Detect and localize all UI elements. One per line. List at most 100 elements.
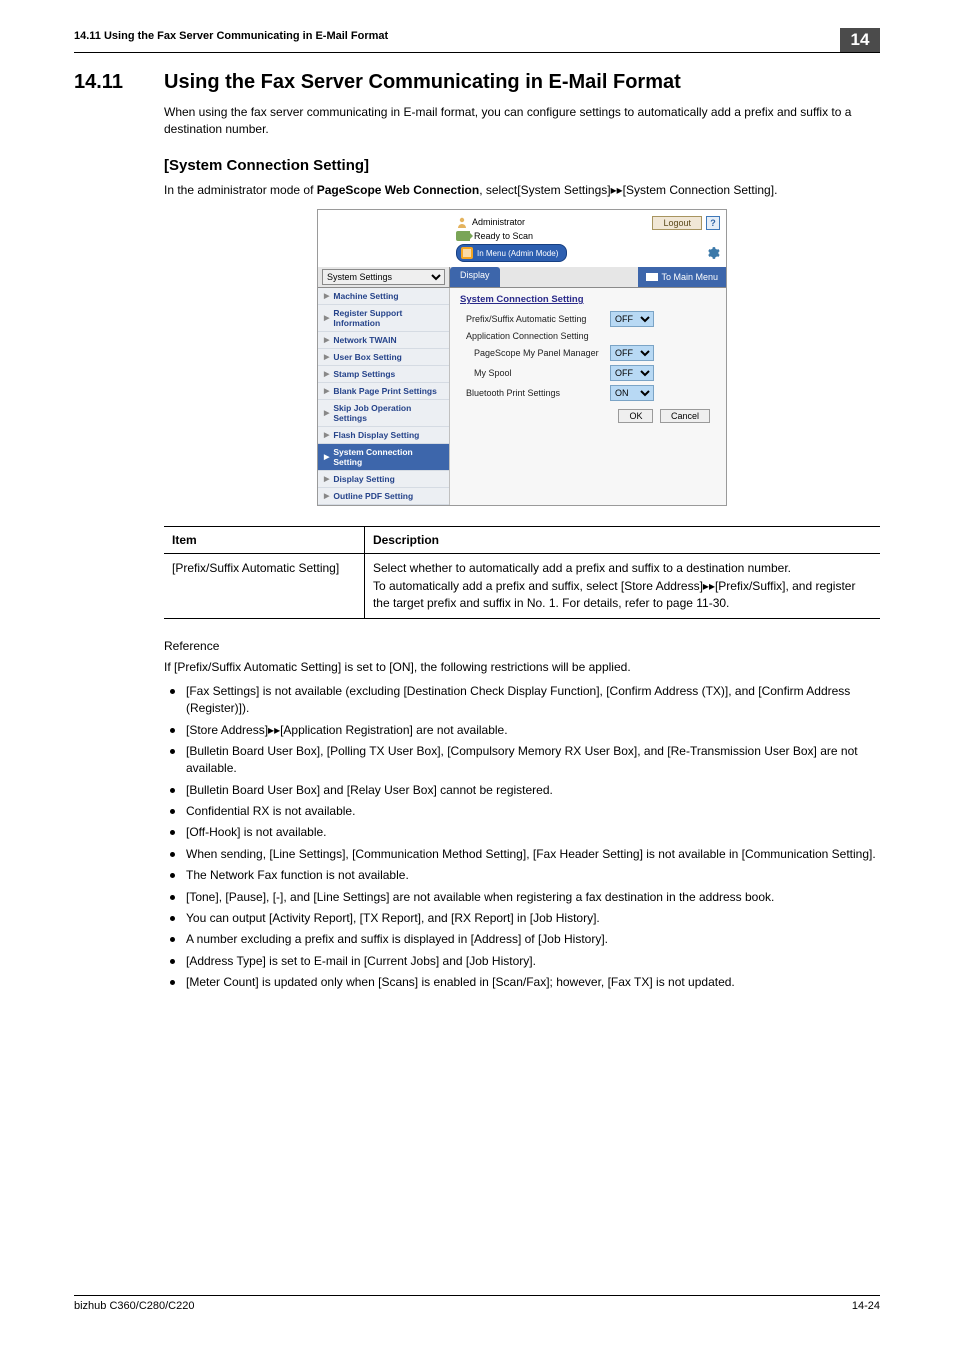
sidebar: ▶ Machine Setting ▶ Register Support Inform… <box>318 288 450 505</box>
chevron-right-icon: ▶ <box>324 453 329 461</box>
mode-pill: In Menu (Admin Mode) <box>456 244 567 262</box>
mode-pill-label: In Menu (Admin Mode) <box>477 249 558 258</box>
page-header-title: 14.11 Using the Fax Server Communicating… <box>74 30 840 52</box>
page-footer: bizhub C360/C280/C220 14-24 <box>74 1295 880 1312</box>
sidebar-item[interactable]: ▶ Blank Page Print Settings <box>318 383 449 400</box>
chevron-right-icon: ▶ <box>324 492 329 500</box>
table-row: [Prefix/Suffix Automatic Setting] Select… <box>164 554 880 619</box>
reference-section: Reference If [Prefix/Suffix Automatic Se… <box>164 639 880 991</box>
reference-item: When sending, [Line Settings], [Communic… <box>164 846 880 863</box>
reference-item: The Network Fax function is not availabl… <box>164 867 880 884</box>
reference-item: [Fax Settings] is not available (excludi… <box>164 683 880 718</box>
section-select[interactable]: System Settings <box>322 269 445 285</box>
to-main-label: To Main Menu <box>661 272 718 282</box>
setting-select[interactable]: ON <box>610 385 654 401</box>
setting-label: Bluetooth Print Settings <box>460 388 610 398</box>
mode-pill-icon <box>461 247 473 259</box>
gear-icon[interactable] <box>706 246 720 263</box>
sidebar-item-label: User Box Setting <box>333 352 402 362</box>
sidebar-item[interactable]: ▶ Stamp Settings <box>318 366 449 383</box>
sidebar-item-label: Network TWAIN <box>333 335 396 345</box>
lead-post: , select[System Settings]▸▸[System Conne… <box>479 183 777 197</box>
sidebar-item[interactable]: ▶ Machine Setting <box>318 288 449 305</box>
to-main-icon <box>646 273 658 281</box>
sidebar-item-label: Machine Setting <box>333 291 398 301</box>
sidebar-item-label: Stamp Settings <box>333 369 395 379</box>
ready-icon <box>456 231 470 241</box>
reference-title: Reference <box>164 639 880 653</box>
chevron-right-icon: ▶ <box>324 409 329 417</box>
sidebar-item[interactable]: ▶ User Box Setting <box>318 349 449 366</box>
chevron-right-icon: ▶ <box>324 336 329 344</box>
sidebar-item[interactable]: ▶Flash Display Setting <box>318 427 449 444</box>
sidebar-item[interactable]: ▶ Network TWAIN <box>318 332 449 349</box>
chevron-right-icon: ▶ <box>324 353 329 361</box>
chevron-right-icon: ▶ <box>324 370 329 378</box>
setting-label: My Spool <box>460 368 610 378</box>
section-heading: [System Connection Setting] <box>164 157 880 174</box>
sidebar-item-label: Display Setting <box>333 474 394 484</box>
td-item: [Prefix/Suffix Automatic Setting] <box>164 554 364 619</box>
chapter-badge: 14 <box>840 28 880 52</box>
panel-title: System Connection Setting <box>460 294 718 305</box>
admin-screenshot: Administrator Ready to Scan In Menu (Adm… <box>317 209 727 506</box>
sidebar-item[interactable]: ▶ Register Support Information <box>318 305 449 332</box>
page-header: 14.11 Using the Fax Server Communicating… <box>74 30 880 53</box>
reference-item: [Off-Hook] is not available. <box>164 824 880 841</box>
setting-row: Bluetooth Print SettingsON <box>460 383 718 403</box>
td-desc: Select whether to automatically add a pr… <box>364 554 880 619</box>
sidebar-item-label: System Connection Setting <box>333 447 443 467</box>
footer-right: 14-24 <box>852 1300 880 1312</box>
setting-row: Prefix/Suffix Automatic SettingOFF <box>460 309 718 329</box>
setting-select[interactable]: OFF <box>610 365 654 381</box>
heading-1: 14.11 Using the Fax Server Communicating… <box>74 71 880 94</box>
lead-pre: In the administrator mode of <box>164 183 317 197</box>
description-table: Item Description [Prefix/Suffix Automati… <box>164 526 880 619</box>
heading-number: 14.11 <box>74 71 164 94</box>
setting-row: My SpoolOFF <box>460 363 718 383</box>
reference-item: Confidential RX is not available. <box>164 803 880 820</box>
intro-paragraph: When using the fax server communicating … <box>164 104 880 139</box>
sidebar-item[interactable]: ▶ System Connection Setting <box>318 444 449 471</box>
th-desc: Description <box>364 527 880 554</box>
reference-item: [Tone], [Pause], [-], and [Line Settings… <box>164 889 880 906</box>
reference-item: [Bulletin Board User Box], [Polling TX U… <box>164 743 880 778</box>
tab-display[interactable]: Display <box>450 267 500 287</box>
ready-label: Ready to Scan <box>474 231 533 241</box>
sidebar-item-label: Blank Page Print Settings <box>333 386 436 396</box>
chevron-right-icon: ▶ <box>324 292 329 300</box>
setting-row: PageScope My Panel ManagerOFF <box>460 343 718 363</box>
reference-item: [Store Address]▸▸[Application Registrati… <box>164 722 880 739</box>
logout-button[interactable]: Logout <box>652 216 702 230</box>
sidebar-item-label: Skip Job Operation Settings <box>333 403 443 423</box>
footer-left: bizhub C360/C280/C220 <box>74 1300 194 1312</box>
chevron-right-icon: ▶ <box>324 314 329 322</box>
sidebar-item[interactable]: ▶ Skip Job Operation Settings <box>318 400 449 427</box>
sidebar-item-label: Register Support Information <box>333 308 443 328</box>
sidebar-item[interactable]: ▶ Outline PDF Setting <box>318 488 449 505</box>
to-main-menu-button[interactable]: To Main Menu <box>638 267 726 287</box>
chevron-right-icon: ▶ <box>324 387 329 395</box>
section-lead: In the administrator mode of PageScope W… <box>164 182 880 199</box>
setting-select[interactable]: OFF <box>610 345 654 361</box>
reference-item: You can output [Activity Report], [TX Re… <box>164 910 880 927</box>
reference-item: [Meter Count] is updated only when [Scan… <box>164 974 880 991</box>
setting-label: PageScope My Panel Manager <box>460 348 610 358</box>
reference-item: A number excluding a prefix and suffix i… <box>164 931 880 948</box>
reference-item: [Bulletin Board User Box] and [Relay Use… <box>164 782 880 799</box>
reference-lead: If [Prefix/Suffix Automatic Setting] is … <box>164 659 880 676</box>
sidebar-item[interactable]: ▶Display Setting <box>318 471 449 488</box>
cancel-button[interactable]: Cancel <box>660 409 710 423</box>
ok-button[interactable]: OK <box>618 409 653 423</box>
administrator-icon <box>456 216 468 228</box>
help-button[interactable]: ? <box>706 216 720 230</box>
setting-label: Prefix/Suffix Automatic Setting <box>460 314 610 324</box>
lead-bold: PageScope Web Connection <box>317 183 479 197</box>
sidebar-item-label: Outline PDF Setting <box>333 491 413 501</box>
heading-text: Using the Fax Server Communicating in E-… <box>164 71 880 94</box>
setting-row: Application Connection Setting <box>460 329 718 343</box>
th-item: Item <box>164 527 364 554</box>
sidebar-item-label: Flash Display Setting <box>333 430 419 440</box>
administrator-label: Administrator <box>472 217 525 227</box>
setting-select[interactable]: OFF <box>610 311 654 327</box>
